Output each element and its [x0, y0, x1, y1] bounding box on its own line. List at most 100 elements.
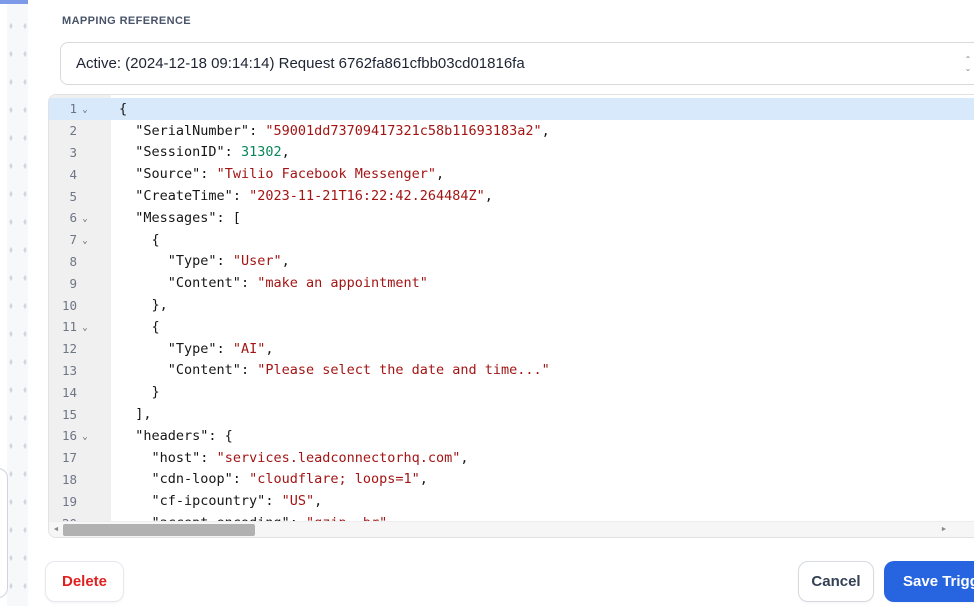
gutter-cell: 12: [49, 341, 111, 356]
line-number: 16: [61, 428, 77, 444]
token-pun: :: [224, 144, 241, 161]
token-pun: {: [119, 100, 128, 117]
code-line[interactable]: 5 "CreateTime": "2023-11-21T16:22:42.264…: [49, 185, 974, 207]
scrollbar-thumb[interactable]: [63, 523, 255, 536]
horizontal-scrollbar[interactable]: ◄ ►: [49, 521, 974, 537]
gutter-cell: 7 ⌄: [49, 232, 111, 247]
code-content: ],: [111, 406, 974, 422]
line-number: 18: [61, 471, 77, 487]
code-line[interactable]: 9 "Content": "make an appointment": [49, 272, 974, 294]
token-key: "Content": [167, 362, 241, 379]
token-key: "SerialNumber": [135, 122, 250, 139]
token-key: "Content": [167, 275, 241, 292]
gutter-cell: 1 ⌄: [49, 101, 111, 116]
code-content: {: [111, 232, 974, 248]
token-ws: [119, 450, 152, 466]
fold-chevron-icon[interactable]: ⌄: [77, 233, 93, 246]
token-pun: :: [216, 253, 233, 270]
fold-placeholder: [77, 391, 93, 394]
fold-placeholder: [77, 500, 93, 503]
code-line[interactable]: 19 "cf-ipcountry": "US",: [49, 490, 974, 512]
token-pun: :: [232, 471, 250, 488]
token-ws: [119, 319, 152, 335]
fold-placeholder: [77, 282, 93, 285]
token-key: "cdn-loop": [151, 471, 233, 488]
token-pun: ,: [541, 122, 550, 139]
token-pun: ,: [281, 253, 290, 270]
code-line[interactable]: 3 "SessionID": 31302,: [49, 142, 974, 164]
token-key: "CreateTime": [135, 188, 233, 205]
line-number: 12: [61, 341, 77, 357]
token-key: "SessionID": [135, 144, 225, 161]
line-number: 9: [69, 275, 77, 291]
token-pun: }: [151, 384, 160, 401]
delete-button[interactable]: Delete: [45, 561, 124, 602]
scroll-left-icon[interactable]: ◄: [49, 526, 63, 533]
token-ws: [119, 210, 135, 226]
gutter-cell: 5: [49, 189, 111, 204]
chevron-up-down-icon[interactable]: ⌃ ⌄: [963, 56, 973, 73]
token-ws: [119, 493, 152, 509]
code-line[interactable]: 11 ⌄ {: [49, 316, 974, 338]
code-line[interactable]: 17 "host": "services.leadconnectorhq.com…: [49, 447, 974, 469]
token-pun: ],: [135, 406, 152, 423]
fold-placeholder: [77, 413, 93, 416]
token-pun: :: [240, 362, 258, 379]
code-line[interactable]: 1 ⌄ {: [49, 98, 974, 120]
token-str: "59001dd73709417321c58b11693183a2": [265, 122, 542, 139]
code-content: "CreateTime": "2023-11-21T16:22:42.26448…: [111, 188, 974, 204]
token-pun: :: [200, 166, 217, 183]
fold-chevron-icon[interactable]: ⌄: [77, 211, 93, 224]
fold-chevron-icon[interactable]: ⌄: [77, 429, 93, 442]
fold-chevron-icon[interactable]: ⌄: [77, 320, 93, 333]
line-number: 6: [69, 210, 77, 226]
token-key: "cf-ipcountry": [151, 493, 266, 510]
cancel-button[interactable]: Cancel: [798, 561, 874, 602]
fold-placeholder: [77, 129, 93, 132]
token-ws: [119, 123, 135, 139]
token-pun: :: [232, 188, 250, 205]
token-ws: [119, 428, 135, 444]
fold-chevron-icon[interactable]: ⌄: [77, 102, 93, 115]
code-line[interactable]: 4 "Source": "Twilio Facebook Messenger",: [49, 163, 974, 185]
token-ws: [119, 297, 152, 313]
code-line[interactable]: 18 "cdn-loop": "cloudflare; loops=1",: [49, 469, 974, 491]
line-number: 14: [61, 384, 77, 400]
gutter-cell: 3: [49, 145, 111, 160]
token-pun: :: [265, 493, 282, 510]
code-content: "cf-ipcountry": "US",: [111, 493, 974, 509]
token-ws: [119, 275, 168, 291]
fold-placeholder: [77, 151, 93, 154]
json-code-editor[interactable]: 1 ⌄ {2 "SerialNumber": "59001dd73709417321…: [48, 94, 974, 538]
token-pun: {: [151, 318, 160, 335]
gutter-cell: 9: [49, 276, 111, 291]
token-ws: [119, 341, 168, 357]
code-line[interactable]: 2 "SerialNumber": "59001dd73709417321c58…: [49, 120, 974, 142]
line-number: 2: [69, 123, 77, 139]
token-str: "cloudflare; loops=1": [249, 471, 420, 488]
token-ws: [119, 471, 152, 487]
code-line[interactable]: 7 ⌄ {: [49, 229, 974, 251]
line-number: 17: [61, 450, 77, 466]
code-line[interactable]: 6 ⌄ "Messages": [: [49, 207, 974, 229]
gutter-cell: 18: [49, 472, 111, 487]
code-line[interactable]: 10 },: [49, 294, 974, 316]
save-trigger-button[interactable]: Save Trigger: [884, 561, 974, 602]
token-pun: :: [240, 275, 258, 292]
code-line[interactable]: 16 ⌄ "headers": {: [49, 425, 974, 447]
gutter-cell: 6 ⌄: [49, 210, 111, 225]
token-str: "2023-11-21T16:22:42.264484Z": [249, 188, 485, 205]
code-content: "SerialNumber": "59001dd73709417321c58b1…: [111, 123, 974, 139]
gutter-cell: 8: [49, 254, 111, 269]
gutter-cell: 10: [49, 298, 111, 313]
line-number: 15: [61, 406, 77, 422]
scroll-right-icon[interactable]: ►: [937, 526, 951, 533]
token-pun: ,: [419, 471, 428, 488]
code-line[interactable]: 8 "Type": "User",: [49, 251, 974, 273]
code-line[interactable]: 12 "Type": "AI",: [49, 338, 974, 360]
code-line[interactable]: 15 ],: [49, 403, 974, 425]
code-line[interactable]: 14 }: [49, 381, 974, 403]
request-select[interactable]: Active: (2024-12-18 09:14:14) Request 67…: [60, 42, 974, 85]
code-content: "Source": "Twilio Facebook Messenger",: [111, 166, 974, 182]
code-line[interactable]: 13 "Content": "Please select the date an…: [49, 360, 974, 382]
